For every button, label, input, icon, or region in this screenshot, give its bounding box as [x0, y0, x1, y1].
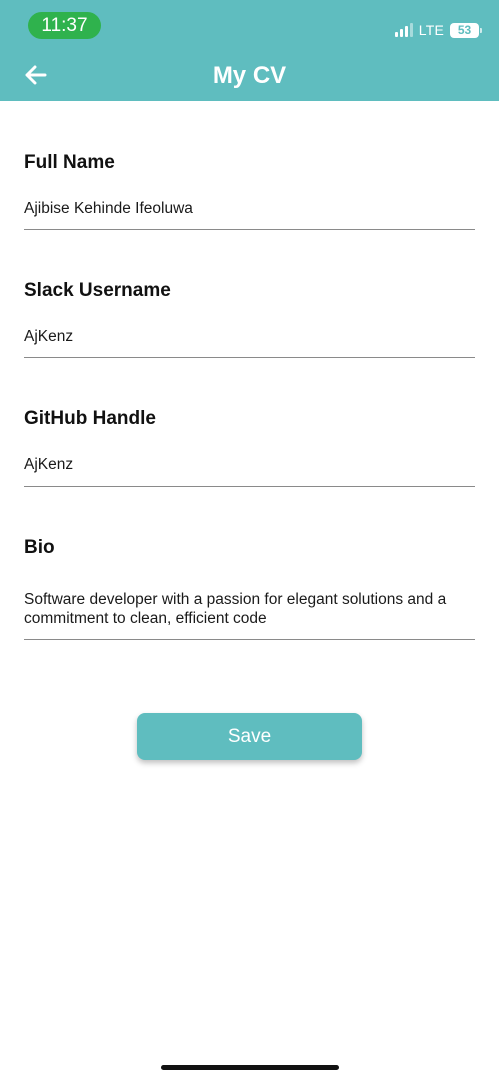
home-indicator [161, 1065, 339, 1070]
save-button[interactable]: Save [137, 713, 362, 760]
bio-input[interactable]: Software developer with a passion for el… [24, 590, 475, 640]
slack-username-input[interactable]: AjKenz [24, 327, 475, 358]
status-indicators: LTE 53 [394, 20, 482, 40]
github-handle-label: GitHub Handle [24, 408, 156, 429]
signal-icon [394, 23, 413, 37]
network-type: LTE [418, 22, 444, 38]
bio-field: Bio [24, 536, 475, 560]
battery-icon: 53 [450, 22, 482, 38]
full-name-input[interactable]: Ajibise Kehinde Ifeoluwa [24, 199, 475, 230]
my-cv-screen: 11:37 LTE 53 My CV Full Name Ajibise Keh… [0, 0, 499, 1080]
bio-label: Bio [24, 537, 55, 558]
slack-username-field: Slack Username [24, 279, 475, 303]
github-handle-field: GitHub Handle [24, 407, 475, 431]
page-title: My CV [212, 62, 287, 89]
full-name-label: Full Name [24, 152, 115, 173]
full-name-field: Full Name [24, 151, 475, 175]
slack-username-label: Slack Username [24, 280, 171, 301]
status-time: 11:37 [28, 12, 101, 39]
github-handle-input[interactable]: AjKenz [24, 455, 475, 487]
app-header: 11:37 LTE 53 My CV [0, 0, 499, 101]
